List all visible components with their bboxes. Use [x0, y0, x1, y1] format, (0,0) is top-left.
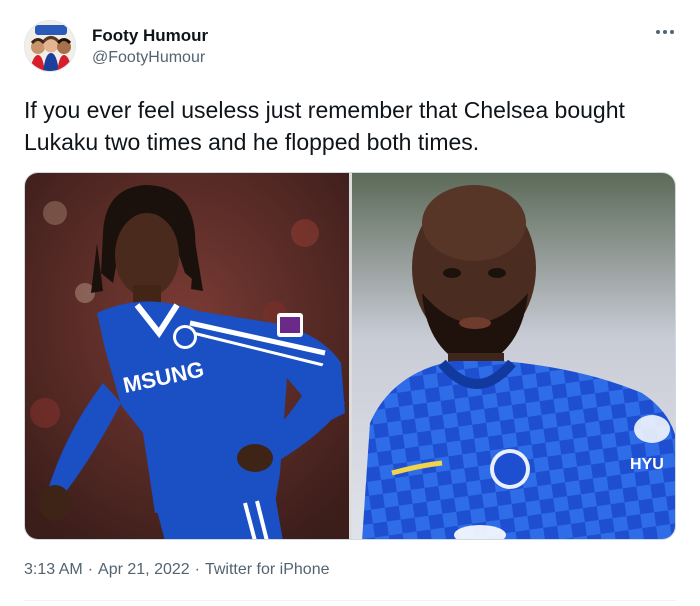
more-dot — [663, 30, 667, 34]
more-options-button[interactable] — [650, 20, 680, 44]
meta-separator: · — [194, 561, 200, 578]
more-dot — [670, 30, 674, 34]
tweet-date[interactable]: Apr 21, 2022 — [98, 561, 190, 578]
avatar-cartoon-image — [25, 21, 75, 71]
tweet-time[interactable]: 3:13 AM — [24, 561, 83, 578]
left-player-photo: MSUNG — [25, 173, 349, 539]
right-player-photo: HYU — [352, 173, 675, 539]
media-photo-right[interactable]: HYU — [352, 173, 675, 539]
author-display-name[interactable]: Footy Humour — [92, 26, 208, 46]
more-horizontal-icon — [656, 30, 660, 34]
meta-divider — [24, 600, 676, 601]
author-handle[interactable]: @FootyHumour — [92, 49, 205, 67]
tweet-text: If you ever feel useless just remember t… — [24, 97, 625, 155]
meta-separator: · — [87, 561, 94, 578]
tweet-media-grid: MSUNG HYU — [24, 172, 676, 540]
author-avatar[interactable] — [24, 20, 76, 72]
tweet-meta: 3:13 AM · Apr 21, 2022 · Twitter for iPhone — [24, 561, 329, 579]
media-photo-left[interactable]: MSUNG — [25, 173, 349, 539]
tweet-card[interactable]: Footy Humour @FootyHumour If you ever fe… — [0, 0, 700, 606]
tweet-source[interactable]: Twitter for iPhone — [205, 561, 330, 578]
right-shirt-sponsor: HYU — [630, 456, 664, 473]
